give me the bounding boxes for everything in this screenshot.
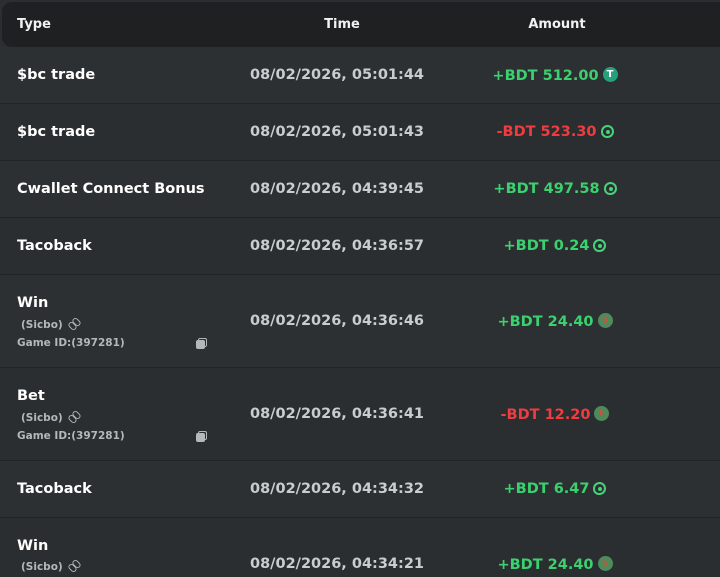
row-game-name: (Sicbo) (21, 558, 82, 574)
row-amount: -BDT 523.30 (463, 124, 647, 140)
amount-value: +BDT 512.00 (492, 68, 599, 84)
row-time: 08/02/2026, 04:34:32 (250, 481, 424, 497)
link-icon[interactable] (66, 558, 82, 574)
table-row: Win (Sicbo) 08/02/2026, 04:34:21 +BDT 24… (0, 518, 720, 577)
row-time: 08/02/2026, 05:01:44 (250, 67, 424, 83)
amount-value: +BDT 0.24 (503, 238, 590, 254)
copy-icon[interactable] (196, 431, 207, 442)
row-time: 08/02/2026, 04:36:41 (250, 406, 424, 422)
row-amount: +BDT 0.24 (463, 238, 647, 254)
row-amount: -BDT 12.20 (463, 406, 647, 423)
bdt-coin-icon (597, 313, 613, 328)
column-header-amount: Amount (528, 17, 586, 32)
row-time: 08/02/2026, 04:36:57 (250, 238, 424, 254)
table-row: Win (Sicbo) Game ID:(397281) 08/02/2026,… (0, 275, 720, 368)
bdt-coin-icon (597, 556, 613, 571)
game-name-label: (Sicbo) (21, 319, 63, 331)
table-header: Type Time Amount (2, 2, 720, 47)
amount-value: -BDT 12.20 (500, 407, 591, 423)
table-row: Bet (Sicbo) Game ID:(397281) 08/02/2026,… (0, 368, 720, 461)
bcd-coin-icon (593, 482, 607, 495)
table-row: Tacoback 08/02/2026, 04:34:32 +BDT 6.47 (0, 461, 720, 518)
row-amount: +BDT 24.40 (463, 313, 647, 330)
row-time: 08/02/2026, 04:34:21 (250, 556, 424, 572)
row-type: Win (17, 538, 49, 554)
usdt-coin-icon (602, 67, 618, 82)
row-type: $bc trade (17, 67, 96, 83)
game-name-label: (Sicbo) (21, 412, 63, 424)
row-amount: +BDT 24.40 (463, 556, 647, 573)
row-time: 08/02/2026, 04:39:45 (250, 181, 424, 197)
row-time: 08/02/2026, 05:01:43 (250, 124, 424, 140)
row-amount: +BDT 512.00 (463, 67, 647, 84)
row-type: Cwallet Connect Bonus (17, 181, 205, 197)
row-game-name: (Sicbo) (21, 316, 82, 332)
row-amount: +BDT 497.58 (463, 181, 647, 197)
bcd-coin-icon (593, 239, 607, 252)
row-game-id: Game ID:(397281) (17, 430, 125, 442)
bcd-coin-icon (603, 182, 617, 195)
link-icon[interactable] (66, 409, 82, 425)
row-game-id: Game ID:(397281) (17, 337, 125, 349)
amount-value: +BDT 24.40 (497, 557, 594, 573)
row-type: $bc trade (17, 124, 96, 140)
table-row: $bc trade 08/02/2026, 05:01:44 +BDT 512.… (0, 47, 720, 104)
row-amount: +BDT 6.47 (463, 481, 647, 497)
amount-value: -BDT 523.30 (496, 124, 597, 140)
row-type: Bet (17, 388, 45, 404)
row-time: 08/02/2026, 04:36:46 (250, 313, 424, 329)
amount-value: +BDT 24.40 (497, 314, 594, 330)
table-row: $bc trade 08/02/2026, 05:01:43 -BDT 523.… (0, 104, 720, 161)
row-game-name: (Sicbo) (21, 409, 82, 425)
bdt-coin-icon (594, 406, 610, 421)
link-icon[interactable] (66, 316, 82, 332)
row-type: Win (17, 295, 49, 311)
amount-value: +BDT 497.58 (493, 181, 600, 197)
row-type: Tacoback (17, 238, 92, 254)
copy-icon[interactable] (196, 338, 207, 349)
table-row: Cwallet Connect Bonus 08/02/2026, 04:39:… (0, 161, 720, 218)
table-row: Tacoback 08/02/2026, 04:36:57 +BDT 0.24 (0, 218, 720, 275)
amount-value: +BDT 6.47 (503, 481, 590, 497)
game-name-label: (Sicbo) (21, 561, 63, 573)
row-type: Tacoback (17, 481, 92, 497)
bcd-coin-icon (600, 125, 614, 138)
